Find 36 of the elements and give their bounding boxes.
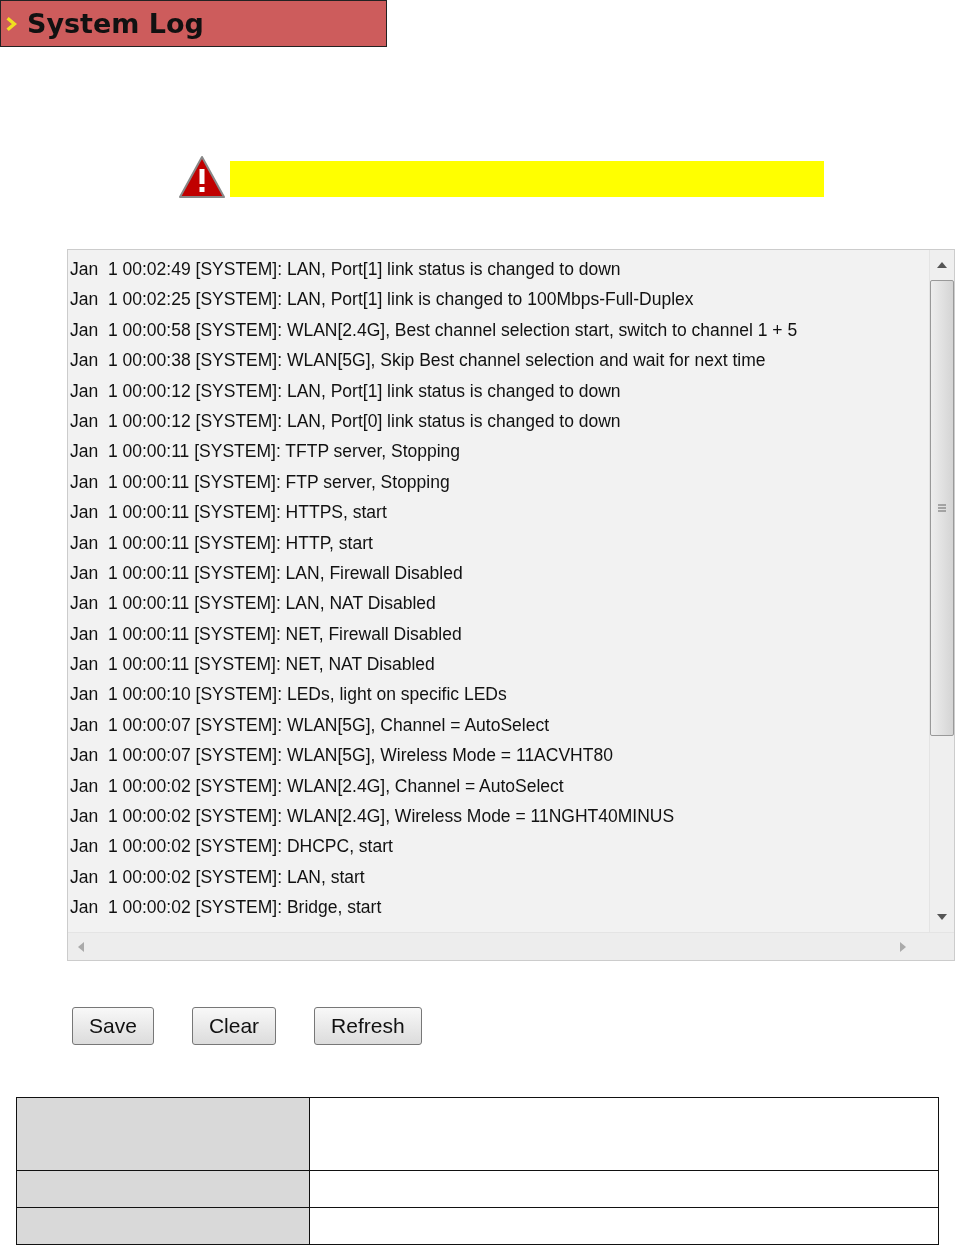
- log-line: Jan 1 00:00:02 [SYSTEM]: WLAN[2.4G], Channel = AutoSelect: [70, 774, 565, 798]
- scroll-left-icon[interactable]: [78, 941, 84, 952]
- log-line: Jan 1 00:00:11 [SYSTEM]: TFTP server, Stopping: [70, 440, 462, 464]
- log-line: Jan 1 00:00:11 [SYSTEM]: LAN, Firewall Disabled: [70, 561, 464, 585]
- action-button[interactable]: Clear: [191, 1007, 277, 1045]
- log-line: Jan 1 00:00:12 [SYSTEM]: LAN, Port[0] link status is changed to down: [70, 409, 622, 433]
- log-line: Jan 1 00:00:11 [SYSTEM]: HTTP, start: [70, 531, 374, 555]
- warning-icon: [178, 155, 226, 199]
- page-title: System Log: [27, 8, 204, 39]
- action-button[interactable]: Save: [72, 1007, 154, 1045]
- scroll-right-icon[interactable]: [900, 941, 906, 952]
- log-line: Jan 1 00:00:11 [SYSTEM]: FTP server, Stopping: [70, 470, 451, 494]
- log-line: Jan 1 00:00:02 [SYSTEM]: WLAN[2.4G], Wireless Mode = 11NGHT40MINUS: [70, 805, 676, 829]
- action-button[interactable]: Refresh: [314, 1007, 422, 1045]
- log-area[interactable]: [67, 249, 955, 961]
- log-line: Jan 1 00:00:07 [SYSTEM]: WLAN[5G], Wireless Mode = 11ACVHT80: [70, 744, 614, 768]
- scroll-up-icon[interactable]: [937, 262, 947, 268]
- log-line: Jan 1 00:00:11 [SYSTEM]: LAN, NAT Disabled: [70, 592, 437, 616]
- log-line: Jan 1 00:02:25 [SYSTEM]: LAN, Port[1] link is changed to 100Mbps-Full-Duplex: [70, 288, 695, 312]
- log-line: Jan 1 00:00:38 [SYSTEM]: WLAN[5G], Skip Best channel selection and wait for next time: [70, 349, 767, 373]
- chevron-icon: [5, 15, 17, 32]
- vertical-scrollbar[interactable]: [929, 250, 954, 932]
- log-line: Jan 1 00:00:07 [SYSTEM]: WLAN[5G], Channel = AutoSelect: [70, 713, 551, 737]
- log-line: Jan 1 00:00:12 [SYSTEM]: LAN, Port[1] link status is changed to down: [70, 379, 622, 403]
- log-line: Jan 1 00:02:49 [SYSTEM]: LAN, Port[1] link status is changed to down: [70, 258, 622, 281]
- horizontal-scrollbar[interactable]: [68, 932, 954, 960]
- log-line: Jan 1 00:00:02 [SYSTEM]: LAN, start: [70, 865, 366, 889]
- log-line: Jan 1 00:00:02 [SYSTEM]: Bridge, start: [70, 896, 383, 920]
- log-line: Jan 1 00:00:11 [SYSTEM]: HTTPS, start: [70, 501, 388, 525]
- log-line: Jan 1 00:00:11 [SYSTEM]: NET, NAT Disabled: [70, 653, 436, 677]
- scroll-thumb[interactable]: [930, 280, 954, 736]
- scroll-down-icon[interactable]: [937, 914, 947, 920]
- log-line: Jan 1 00:00:10 [SYSTEM]: LEDs, light on specific LEDs: [70, 683, 508, 707]
- log-line: Jan 1 00:00:02 [SYSTEM]: DHCPC, start: [70, 835, 394, 859]
- log-line: Jan 1 00:00:58 [SYSTEM]: WLAN[2.4G], Best channel selection start, switch to channel 1 + 5: [70, 318, 799, 342]
- log-line: Jan 1 00:00:11 [SYSTEM]: NET, Firewall Disabled: [70, 622, 463, 646]
